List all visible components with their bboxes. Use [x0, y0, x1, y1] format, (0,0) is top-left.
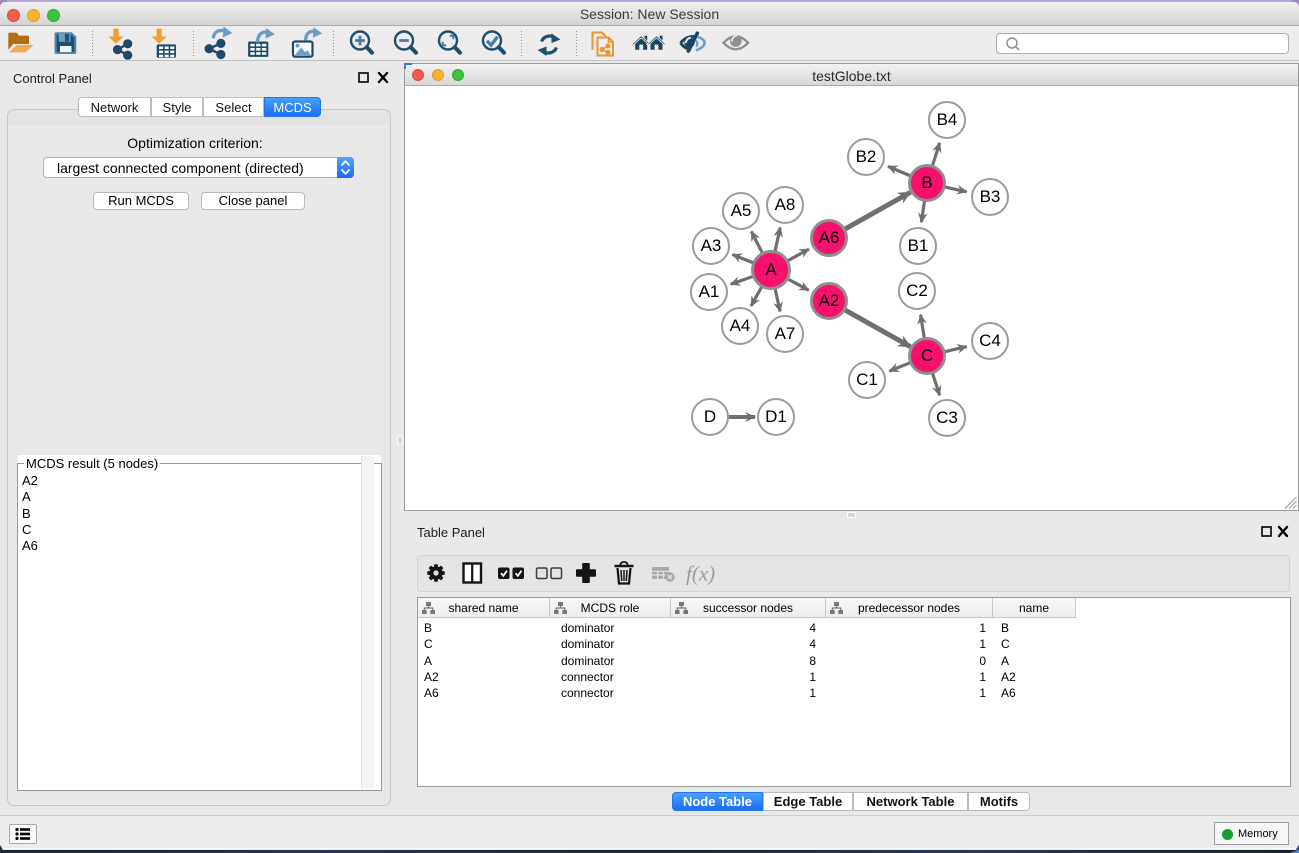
- svg-text:A5: A5: [731, 201, 752, 220]
- svg-text:B3: B3: [980, 187, 1001, 206]
- svg-text:A4: A4: [730, 316, 751, 335]
- svg-text:C4: C4: [979, 331, 1001, 350]
- svg-text:A7: A7: [775, 324, 796, 343]
- svg-text:B4: B4: [937, 110, 958, 129]
- svg-text:f(x): f(x): [686, 562, 715, 586]
- svg-text:C: C: [921, 346, 933, 365]
- svg-text:A1: A1: [699, 282, 720, 301]
- svg-text:C3: C3: [936, 408, 958, 427]
- svg-text:A2: A2: [819, 291, 840, 310]
- svg-text:B: B: [921, 173, 932, 192]
- svg-text:B1: B1: [908, 236, 929, 255]
- svg-text:A: A: [765, 260, 777, 279]
- svg-text:C2: C2: [906, 281, 928, 300]
- svg-text:A6: A6: [819, 228, 840, 247]
- svg-text:D: D: [704, 407, 716, 426]
- svg-text:A3: A3: [701, 236, 722, 255]
- svg-text:D1: D1: [765, 407, 787, 426]
- svg-text:A8: A8: [775, 195, 796, 214]
- svg-text:C1: C1: [856, 370, 878, 389]
- svg-text:B2: B2: [856, 147, 877, 166]
